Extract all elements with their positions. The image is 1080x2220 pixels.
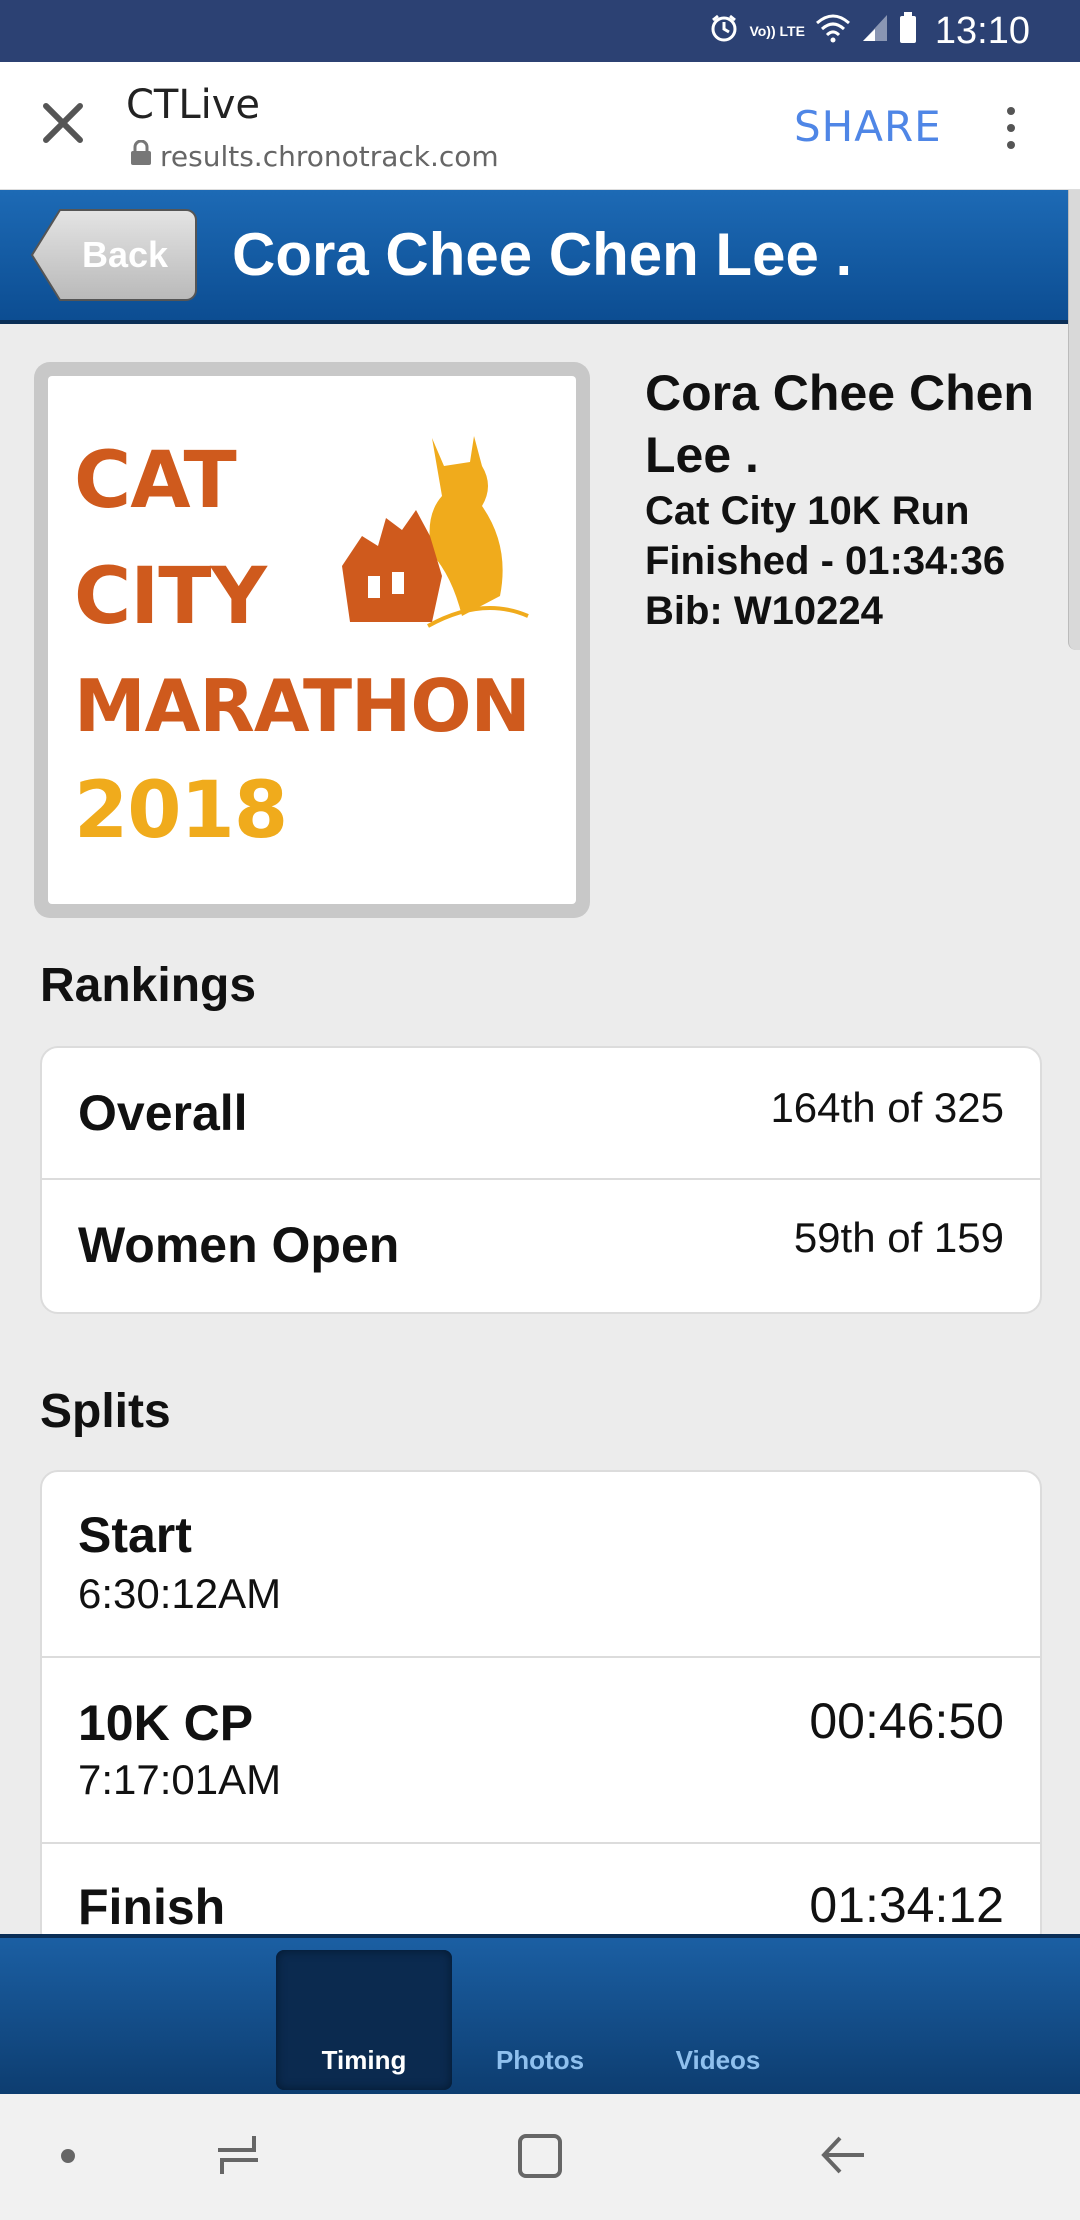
split-time-of-day: 7:17:01AM: [78, 1756, 282, 1803]
alarm-icon: [709, 13, 739, 49]
tab-label: Photos: [495, 2045, 585, 2075]
finish-time: Finished - 01:34:36: [645, 539, 1006, 583]
tab-label: Videos: [675, 2045, 761, 2075]
browser-toolbar: CTLive results.chronotrack.com SHARE: [0, 62, 1080, 190]
url-display: results.chronotrack.com: [130, 139, 499, 173]
splits-list: Start 6:30:12AM 10K CP 7:17:01AM 00:46:5…: [40, 1470, 1042, 1950]
split-row[interactable]: Start 6:30:12AM: [42, 1472, 1040, 1658]
battery-icon: [899, 12, 917, 50]
split-label: Finish: [78, 1879, 226, 1935]
ranking-label: Overall: [78, 1085, 248, 1141]
logo-text-line: MARATHON: [74, 664, 531, 748]
back-label: Back: [82, 234, 169, 275]
tab-photos[interactable]: Photos: [452, 1950, 628, 2090]
browser-title: CTLive: [126, 82, 261, 128]
back-button[interactable]: Back: [30, 208, 198, 302]
logo-text-line: CAT: [74, 436, 237, 526]
status-bar: Vo)) LTE 13:10: [0, 0, 1080, 62]
ranking-value: 59th of 159: [793, 1214, 1004, 1261]
home-icon[interactable]: [516, 2130, 564, 2185]
split-time-of-day: 6:30:12AM: [78, 1570, 282, 1617]
logo-text-line: 2018: [74, 766, 288, 856]
tab-videos[interactable]: Videos: [630, 1950, 806, 2090]
splits-heading: Splits: [40, 1385, 171, 1438]
more-options-icon[interactable]: [998, 104, 1024, 152]
event-logo: CAT CITY MARATHON 2018: [34, 362, 590, 918]
clock: 13:10: [934, 9, 1030, 52]
back-nav-icon[interactable]: [818, 2130, 868, 2185]
tab-label: Timing: [321, 2045, 407, 2075]
runner-name: Cora Chee Chen Lee .: [645, 365, 1034, 483]
ranking-row[interactable]: Overall 164th of 325: [42, 1048, 1040, 1180]
event-logo-image: CAT CITY MARATHON 2018: [48, 376, 576, 904]
screen: { "status_bar": { "time": "13:10", "netw…: [0, 0, 1080, 2220]
bib-number: Bib: W10224: [645, 589, 883, 633]
runner-details: Cat City 10K Run Finished - 01:34:36 Bib…: [645, 486, 1065, 636]
split-elapsed: 01:34:12: [809, 1877, 1004, 1933]
scrollbar-handle[interactable]: [1068, 190, 1080, 650]
logo-text-line: CITY: [74, 552, 267, 642]
page-header: Back Cora Chee Chen Lee .: [0, 190, 1068, 324]
ranking-row[interactable]: Women Open 59th of 159: [42, 1180, 1040, 1312]
event-name: Cat City 10K Run: [645, 489, 970, 533]
split-row[interactable]: 10K CP 7:17:01AM 00:46:50: [42, 1658, 1040, 1844]
signal-icon: [861, 13, 889, 49]
ranking-label: Women Open: [78, 1217, 400, 1273]
rankings-list: Overall 164th of 325 Women Open 59th of …: [40, 1046, 1042, 1314]
bottom-tab-bar: Timing Photos Videos: [0, 1934, 1080, 2094]
volte-indicator: Vo)) LTE: [749, 23, 805, 39]
tab-timing[interactable]: Timing: [276, 1950, 452, 2090]
nav-dot-icon[interactable]: [60, 2148, 76, 2169]
rankings-heading: Rankings: [40, 959, 257, 1012]
recent-apps-icon[interactable]: [214, 2130, 262, 2185]
wifi-icon: [815, 13, 851, 49]
system-nav-bar: [0, 2094, 1080, 2220]
split-elapsed: 00:46:50: [809, 1693, 1004, 1749]
ranking-value: 164th of 325: [770, 1084, 1004, 1131]
status-icons: Vo)) LTE 13:10: [709, 10, 1030, 52]
split-label: 10K CP: [78, 1695, 254, 1751]
share-button[interactable]: SHARE: [794, 102, 942, 151]
split-label: Start: [78, 1507, 192, 1563]
url-text: results.chronotrack.com: [160, 140, 499, 173]
lock-icon: [130, 139, 152, 173]
page-title: Cora Chee Chen Lee .: [232, 221, 853, 288]
cat-mascot-icon: [342, 436, 529, 628]
close-icon[interactable]: [38, 98, 88, 148]
